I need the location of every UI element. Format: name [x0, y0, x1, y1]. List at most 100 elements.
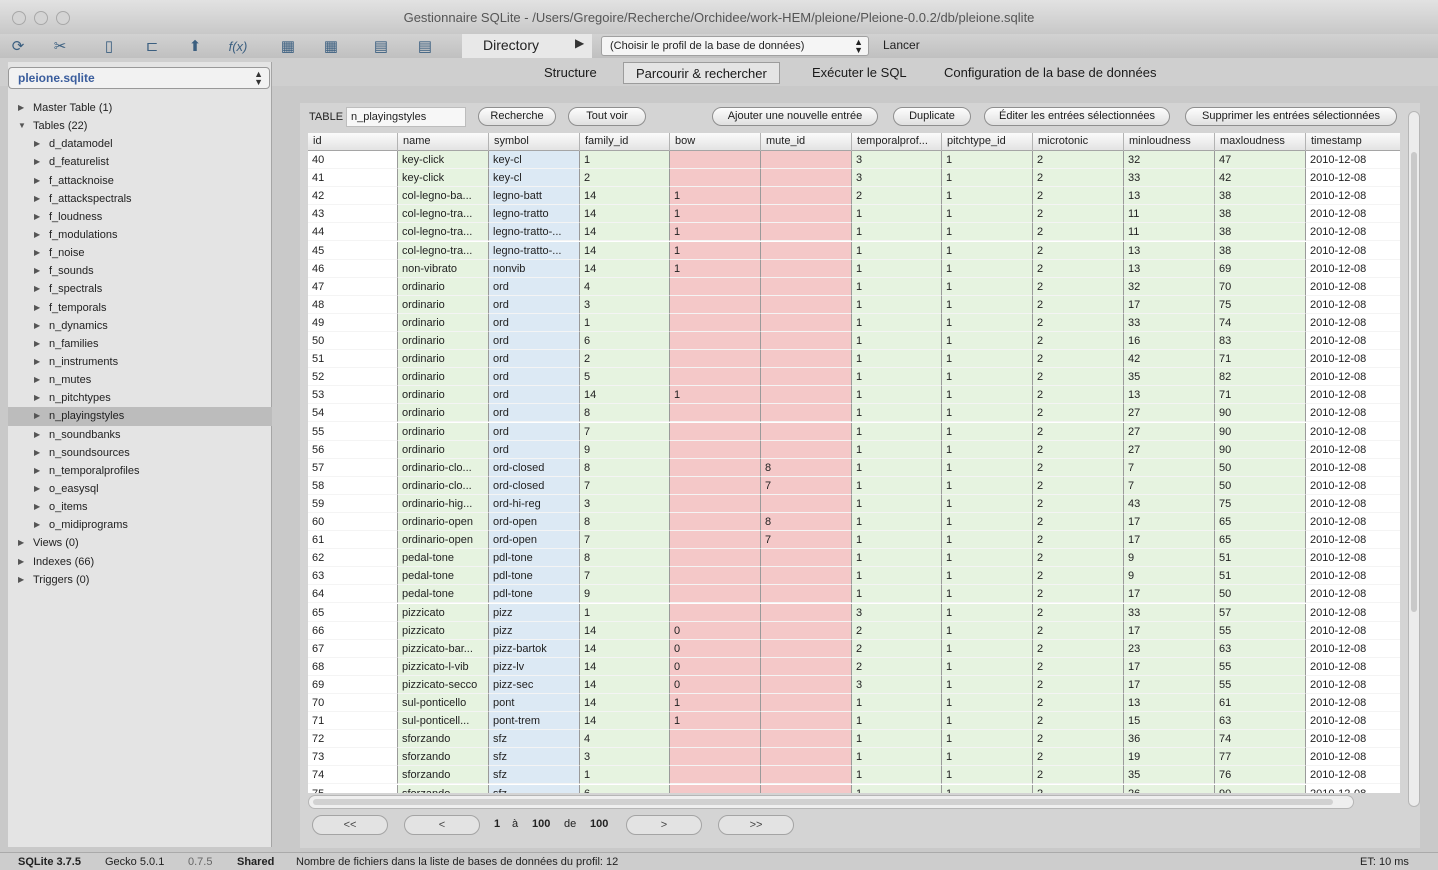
table-cell[interactable]: 1	[670, 187, 761, 206]
table-row[interactable]: 72 sforzando sfz 4 1 1 2 36 74 2010-12-08	[308, 730, 1400, 749]
table-row[interactable]: 42 col-legno-ba... legno-batt 14 1 2 1 2 13 38 201…	[308, 187, 1400, 206]
table-cell[interactable]: 7	[580, 567, 670, 586]
table-cell[interactable]: 2	[1033, 657, 1124, 676]
table-cell[interactable]: ordinario	[398, 404, 489, 423]
tab-browse-search[interactable]: Parcourir & rechercher	[623, 62, 780, 84]
table-cell[interactable]	[761, 440, 852, 459]
tree-item[interactable]: ▶ n_instruments	[8, 353, 272, 371]
table-cell[interactable]: 3	[580, 748, 670, 767]
duplicate-button[interactable]: Duplicate	[893, 107, 971, 126]
table-cell[interactable]: 17	[1124, 621, 1215, 640]
table-cell[interactable]: sfz	[489, 748, 580, 767]
table-row[interactable]: 61 ordinario-open ord-open 7 7 1 1 2 17 65 2010-12…	[308, 531, 1400, 550]
column-header[interactable]: bow	[670, 133, 761, 151]
table-cell[interactable]: 71	[1215, 386, 1306, 405]
table-cell[interactable]: 1	[942, 531, 1033, 550]
table-cell[interactable]: 7	[580, 531, 670, 550]
disclosure-closed-icon[interactable]: ▶	[34, 516, 40, 534]
table-cell[interactable]: 63	[308, 567, 398, 586]
table-row[interactable]: 63 pedal-tone pdl-tone 7 1 1 2 9 51 2010-12-08	[308, 567, 1400, 586]
table-cell[interactable]: ordinario	[398, 368, 489, 387]
table-cell[interactable]: 2	[852, 621, 942, 640]
table-cell[interactable]: 1	[942, 675, 1033, 694]
table-cell[interactable]	[761, 386, 852, 405]
table-cell[interactable]: ord-closed	[489, 476, 580, 495]
tree-item[interactable]: ▶ f_attackspectrals	[8, 190, 272, 208]
table-cell[interactable]: 3	[580, 494, 670, 513]
table-cell[interactable]: pedal-tone	[398, 549, 489, 568]
table-row[interactable]: 54 ordinario ord 8 1 1 2 27 90 2010-12-08	[308, 404, 1400, 423]
table-cell[interactable]: 2	[1033, 748, 1124, 767]
table-cell[interactable]: ord-hi-reg	[489, 494, 580, 513]
table-cell[interactable]: 4	[580, 730, 670, 749]
table-cell[interactable]: 27	[1124, 422, 1215, 441]
table-cell[interactable]: key-cl	[489, 169, 580, 188]
table-cell[interactable]	[761, 259, 852, 278]
table-cell[interactable]: 45	[308, 241, 398, 260]
table-cell[interactable]: 1	[852, 585, 942, 604]
table-cell[interactable]: 75	[308, 784, 398, 793]
table-cell[interactable]: 1	[852, 476, 942, 495]
table-cell[interactable]: 1	[942, 241, 1033, 260]
table-cell[interactable]	[761, 205, 852, 224]
disclosure-closed-icon[interactable]: ▶	[34, 462, 40, 480]
table-cell[interactable]: 8	[580, 458, 670, 477]
table-cell[interactable]: sforzando	[398, 766, 489, 785]
disclosure-closed-icon[interactable]: ▶	[34, 244, 40, 262]
disclosure-closed-icon[interactable]: ▶	[34, 335, 40, 353]
table-cell[interactable]: 33	[1124, 313, 1215, 332]
table-cell[interactable]: 14	[580, 223, 670, 242]
tree-item[interactable]: ▶ d_datamodel	[8, 135, 272, 153]
table-cell[interactable]: 76	[1215, 766, 1306, 785]
table-cell[interactable]: 2	[1033, 766, 1124, 785]
table-cell[interactable]: 1	[942, 748, 1033, 767]
tab-execute-sql[interactable]: Exécuter le SQL	[800, 62, 919, 84]
table-cell[interactable]: sforzando	[398, 730, 489, 749]
tools-icon[interactable]: ✂	[47, 34, 73, 58]
table-cell[interactable]: 11	[1124, 223, 1215, 242]
disclosure-closed-icon[interactable]: ▶	[34, 135, 40, 153]
table-cell[interactable]: pizz	[489, 621, 580, 640]
table-cell[interactable]: 2010-12-08	[1306, 295, 1400, 314]
table-cell[interactable]: ord	[489, 313, 580, 332]
table-cell[interactable]: 9	[1124, 567, 1215, 586]
table-cell[interactable]: ordinario	[398, 277, 489, 296]
table-cell[interactable]: 2010-12-08	[1306, 458, 1400, 477]
table-cell[interactable]: 1	[580, 603, 670, 622]
table-cell[interactable]: 1	[670, 205, 761, 224]
table-row[interactable]: 57 ordinario-clo... ord-closed 8 8 1 1 2 7 50 2010…	[308, 458, 1400, 477]
table-cell[interactable]	[670, 313, 761, 332]
table-cell[interactable]: 38	[1215, 223, 1306, 242]
table-cell[interactable]: 83	[1215, 332, 1306, 351]
function-icon[interactable]: f(x)	[222, 34, 254, 58]
table-cell[interactable]: 1	[852, 241, 942, 260]
tab-db-settings[interactable]: Configuration de la base de données	[932, 62, 1169, 84]
table-cell[interactable]: 2	[1033, 295, 1124, 314]
table-cell[interactable]: 26	[1124, 784, 1215, 793]
table-cell[interactable]: pizz-sec	[489, 675, 580, 694]
disclosure-closed-icon[interactable]: ▶	[34, 280, 40, 298]
table-cell[interactable]	[670, 404, 761, 423]
table-cell[interactable]: 2	[1033, 350, 1124, 369]
table-cell[interactable]: 55	[1215, 657, 1306, 676]
table-row[interactable]: 67 pizzicato-bar... pizz-bartok 14 0 2 1 2 23 63 2…	[308, 639, 1400, 658]
table-cell[interactable]: 3	[852, 169, 942, 188]
connect-icon[interactable]: ⬆	[182, 34, 208, 58]
table-row[interactable]: 64 pedal-tone pdl-tone 9 1 1 2 17 50 2010-12-08	[308, 585, 1400, 604]
table-cell[interactable]: 1	[942, 187, 1033, 206]
drop-table-icon[interactable]: ▦	[318, 34, 344, 58]
disclosure-closed-icon[interactable]: ▶	[34, 371, 40, 389]
table-cell[interactable]: 1	[852, 784, 942, 793]
table-cell[interactable]	[670, 513, 761, 532]
open-folder-icon[interactable]: ⊏	[139, 34, 165, 58]
table-cell[interactable]: 2010-12-08	[1306, 549, 1400, 568]
table-cell[interactable]: ord	[489, 350, 580, 369]
table-cell[interactable]: 14	[580, 694, 670, 713]
table-cell[interactable]: 2010-12-08	[1306, 694, 1400, 713]
tree-item[interactable]: ▶ f_modulations	[8, 226, 272, 244]
table-cell[interactable]: 1	[670, 712, 761, 731]
table-cell[interactable]: 2010-12-08	[1306, 585, 1400, 604]
table-cell[interactable]: pizzicato	[398, 603, 489, 622]
table-cell[interactable]	[761, 187, 852, 206]
table-cell[interactable]: 61	[1215, 694, 1306, 713]
